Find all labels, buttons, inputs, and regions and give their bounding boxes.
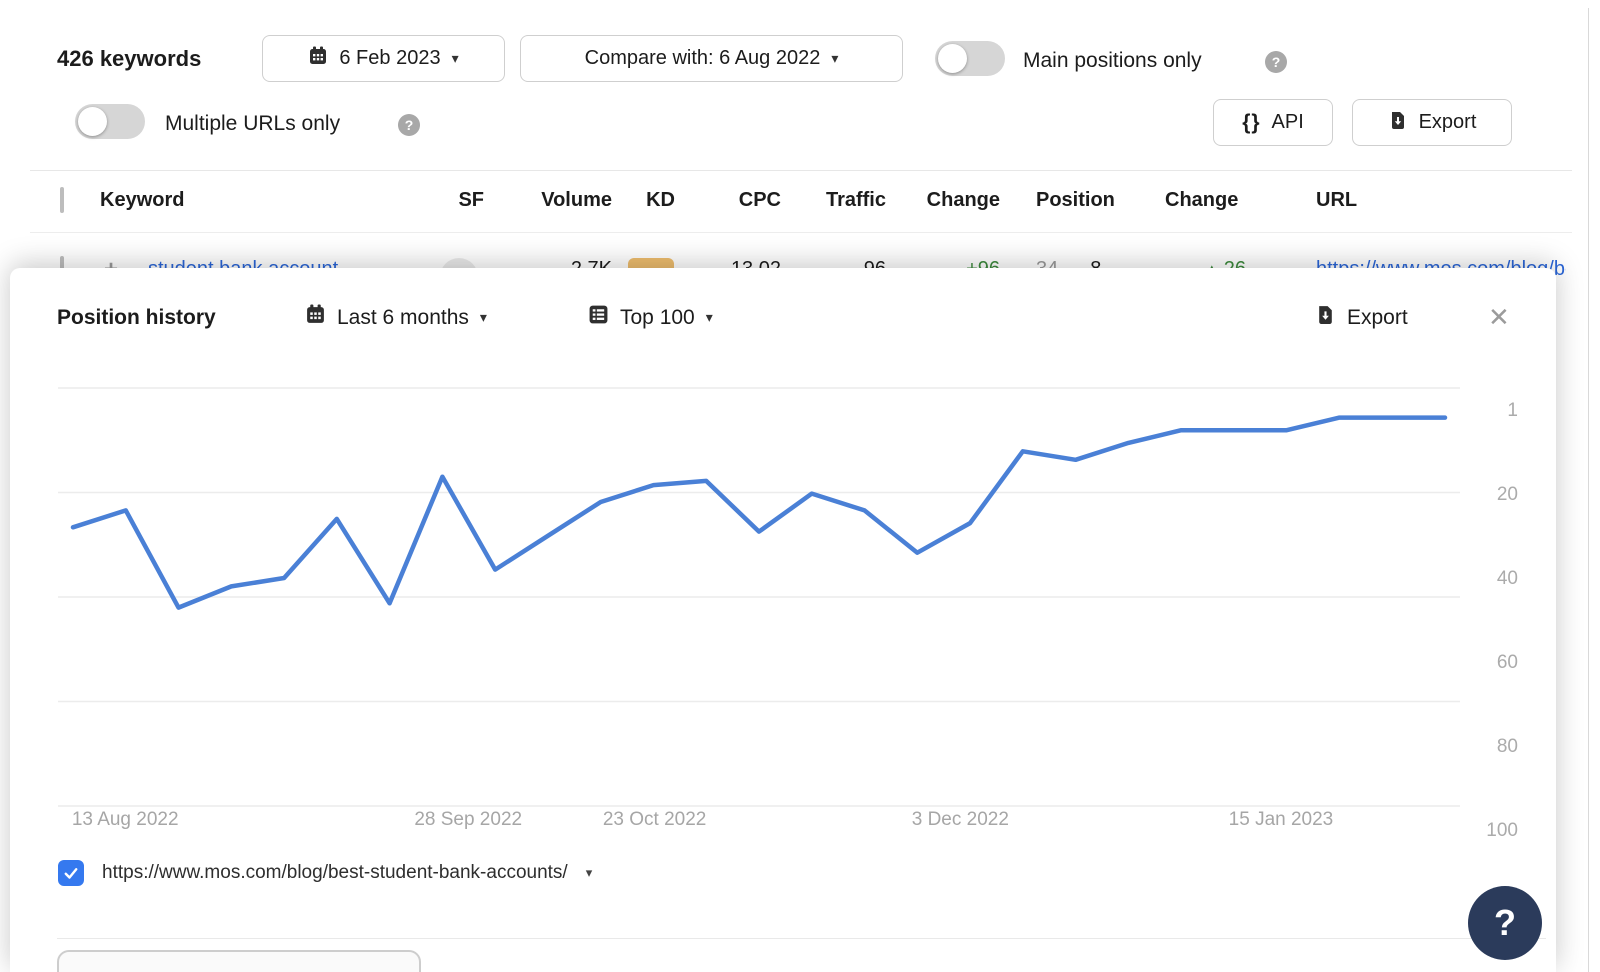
api-button[interactable]: {} API xyxy=(1213,99,1333,146)
date-picker-button[interactable]: 6 Feb 2023 ▾ xyxy=(262,35,505,82)
position-history-modal: Position history Last 6 months ▾ Top 100… xyxy=(10,268,1556,972)
svg-text:28 Sep 2022: 28 Sep 2022 xyxy=(414,809,522,830)
braces-icon: {} xyxy=(1242,110,1261,134)
modal-bottom-divider xyxy=(57,938,1546,939)
col-header-sf[interactable]: SF xyxy=(420,189,484,212)
multiple-urls-label: Multiple URLs only xyxy=(165,112,341,135)
keywords-count: 426 keywords xyxy=(57,46,202,71)
calendar-icon xyxy=(308,46,328,72)
col-header-position-change[interactable]: Change xyxy=(1165,189,1238,212)
main-positions-toggle[interactable] xyxy=(935,41,1005,76)
keywords-toolbar-and-table: 426 keywords 6 Feb 2023 ▾ Compare with: … xyxy=(0,8,1588,296)
chevron-down-icon: ▾ xyxy=(831,50,839,66)
page-right-border xyxy=(1588,8,1589,972)
svg-text:80: 80 xyxy=(1497,736,1518,757)
position-history-chart: 1 20 40 60 80 100 13 Aug 2022 28 Sep 2022 23 Oct… xyxy=(10,268,1556,848)
export-button[interactable]: Export xyxy=(1352,99,1512,146)
col-header-position[interactable]: Position xyxy=(1036,189,1115,212)
col-header-keyword[interactable]: Keyword xyxy=(100,189,184,212)
col-header-traffic[interactable]: Traffic xyxy=(800,189,886,212)
multiple-urls-toggle[interactable] xyxy=(75,104,145,139)
help-fab-button[interactable]: ? xyxy=(1468,886,1542,960)
col-header-kd[interactable]: KD xyxy=(620,189,675,212)
svg-text:20: 20 xyxy=(1497,484,1518,505)
svg-text:1: 1 xyxy=(1507,400,1518,421)
table-header-row: Keyword SF Volume KD CPC Traffic Change … xyxy=(0,170,1588,232)
url-checkbox-checked[interactable] xyxy=(58,860,84,886)
truncated-button[interactable] xyxy=(57,950,421,972)
select-all-checkbox[interactable] xyxy=(60,187,64,213)
svg-text:13 Aug 2022: 13 Aug 2022 xyxy=(72,809,179,830)
svg-text:40: 40 xyxy=(1497,568,1518,589)
date-picker-label: 6 Feb 2023 xyxy=(339,47,441,69)
line-chart-svg: 1 20 40 60 80 100 13 Aug 2022 28 Sep 2022 23 Oct… xyxy=(58,387,1518,841)
chart-url-row: https://www.mos.com/blog/best-student-ba… xyxy=(58,856,592,890)
svg-text:60: 60 xyxy=(1497,652,1518,673)
organic-keywords-page: 426 keywords 6 Feb 2023 ▾ Compare with: … xyxy=(0,0,1600,972)
help-icon[interactable]: ? xyxy=(398,114,420,136)
compare-label: Compare with: 6 Aug 2022 xyxy=(584,47,821,69)
export-label: Export xyxy=(1418,111,1477,133)
chevron-down-icon: ▾ xyxy=(451,50,459,66)
help-icon[interactable]: ? xyxy=(1265,51,1287,73)
svg-text:23 Oct 2022: 23 Oct 2022 xyxy=(603,809,707,830)
main-positions-label: Main positions only xyxy=(1023,49,1202,72)
col-header-traffic-change[interactable]: Change xyxy=(900,189,1000,212)
chevron-down-icon[interactable]: ▾ xyxy=(586,865,593,881)
chart-url-label[interactable]: https://www.mos.com/blog/best-student-ba… xyxy=(102,862,568,884)
svg-text:15 Jan 2023: 15 Jan 2023 xyxy=(1229,809,1334,830)
api-label: API xyxy=(1271,111,1304,133)
col-header-volume[interactable]: Volume xyxy=(500,189,612,212)
svg-text:100: 100 xyxy=(1486,820,1518,841)
export-file-icon xyxy=(1388,110,1408,136)
col-header-cpc[interactable]: CPC xyxy=(700,189,781,212)
col-header-url[interactable]: URL xyxy=(1316,189,1357,212)
compare-date-button[interactable]: Compare with: 6 Aug 2022 ▾ xyxy=(520,35,903,82)
svg-text:3 Dec 2022: 3 Dec 2022 xyxy=(912,809,1009,830)
